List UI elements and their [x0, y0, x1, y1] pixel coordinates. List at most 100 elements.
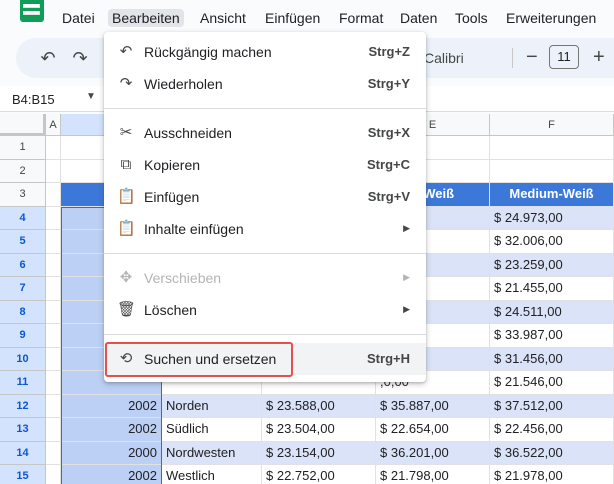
cell[interactable]	[46, 394, 61, 418]
cell-f[interactable]: $ 21.455,00	[490, 277, 614, 301]
column-header-a[interactable]: A	[46, 114, 61, 136]
menu-ansicht[interactable]: Ansicht	[196, 9, 250, 27]
menu-item-paste[interactable]: 📋 Einfügen Strg+V	[104, 181, 426, 213]
cell-f[interactable]: $ 21.978,00	[490, 465, 614, 484]
cell-year[interactable]: 2002	[61, 418, 162, 442]
cell-f[interactable]: $ 32.006,00	[490, 230, 614, 254]
cell[interactable]	[490, 136, 614, 160]
cell-year[interactable]: 2002	[61, 465, 162, 484]
cell[interactable]	[46, 183, 61, 207]
menu-item-delete[interactable]: 🗑 Löschen ▶	[104, 294, 426, 326]
cell[interactable]	[46, 253, 61, 277]
sheets-logo-icon[interactable]	[20, 0, 44, 22]
cell-d[interactable]: $ 23.154,00	[262, 441, 376, 465]
menu-bearbeiten[interactable]: Bearbeiten	[108, 9, 184, 27]
cell-f[interactable]: $ 33.987,00	[490, 324, 614, 348]
cell-year[interactable]: 2000	[61, 441, 162, 465]
font-size-input[interactable]: 11	[549, 45, 579, 69]
menu-item-label: Rückgängig machen	[144, 44, 272, 60]
edit-menu-dropdown: ↶ Rückgängig machen Strg+Z ↷ Wiederholen…	[104, 32, 426, 382]
row-header-10[interactable]: 10	[0, 347, 46, 371]
row-header-8[interactable]: 8	[0, 300, 46, 324]
menu-item-label: Inhalte einfügen	[144, 221, 244, 237]
cell-region[interactable]: Südlich	[162, 418, 262, 442]
menu-item-undo[interactable]: ↶ Rückgängig machen Strg+Z	[104, 36, 426, 68]
cell[interactable]	[46, 418, 61, 442]
decrease-font-size-button[interactable]: −	[526, 47, 538, 67]
row-header-7[interactable]: 7	[0, 277, 46, 301]
cell[interactable]	[46, 347, 61, 371]
cell[interactable]	[46, 159, 61, 183]
font-selector[interactable]: Calibri	[424, 48, 464, 68]
cell-e[interactable]: $ 21.798,00	[376, 465, 490, 484]
cell-e[interactable]: $ 22.654,00	[376, 418, 490, 442]
cell-e[interactable]: $ 36.201,00	[376, 441, 490, 465]
menu-daten[interactable]: Daten	[396, 9, 441, 27]
header-cell-f[interactable]: Medium-Weiß	[490, 183, 614, 207]
cell-region[interactable]: Nordwesten	[162, 441, 262, 465]
menu-item-copy[interactable]: ⧉ Kopieren Strg+C	[104, 149, 426, 181]
cell-f[interactable]: $ 36.522,00	[490, 441, 614, 465]
row-header-6[interactable]: 6	[0, 253, 46, 277]
cell-f[interactable]: $ 24.511,00	[490, 300, 614, 324]
cell-f[interactable]: $ 21.546,00	[490, 371, 614, 395]
row-header-4[interactable]: 4	[0, 206, 46, 230]
menu-format[interactable]: Format	[335, 9, 387, 27]
move-icon: ✥	[119, 269, 133, 286]
cell[interactable]	[490, 159, 614, 183]
cell[interactable]	[46, 206, 61, 230]
shortcut-label: Strg+H	[367, 351, 410, 366]
menu-item-redo[interactable]: ↷ Wiederholen Strg+Y	[104, 68, 426, 100]
cell[interactable]	[46, 136, 61, 160]
cell-region[interactable]: Norden	[162, 394, 262, 418]
cell-f[interactable]: $ 22.456,00	[490, 418, 614, 442]
select-all-corner[interactable]	[0, 114, 46, 136]
find-replace-highlight	[105, 342, 293, 377]
cell-d[interactable]: $ 22.752,00	[262, 465, 376, 484]
row-header-15[interactable]: 15	[0, 465, 46, 484]
menu-item-cut[interactable]: ✂ Ausschneiden Strg+X	[104, 117, 426, 149]
cell[interactable]	[46, 441, 61, 465]
row-header-14[interactable]: 14	[0, 441, 46, 465]
cell[interactable]	[46, 230, 61, 254]
cell-f[interactable]: $ 24.973,00	[490, 206, 614, 230]
cell-f[interactable]: $ 37.512,00	[490, 394, 614, 418]
toolbar-divider	[512, 48, 513, 68]
row-number: 11	[16, 376, 29, 388]
menu-einfuegen[interactable]: Einfügen	[261, 9, 324, 27]
scissors-icon: ✂	[119, 124, 133, 141]
row-header-13[interactable]: 13	[0, 418, 46, 442]
menu-item-paste-special[interactable]: 📋 Inhalte einfügen ▶	[104, 213, 426, 245]
cell[interactable]	[46, 324, 61, 348]
row-header-12[interactable]: 12	[0, 394, 46, 418]
cell-e[interactable]: $ 35.887,00	[376, 394, 490, 418]
menu-erweiterungen[interactable]: Erweiterungen	[502, 9, 600, 27]
name-box[interactable]: B4:B15 ▼	[0, 86, 104, 112]
row-header-5[interactable]: 5	[0, 230, 46, 254]
cell[interactable]	[46, 371, 61, 395]
row-header-2[interactable]: 2	[0, 159, 46, 183]
row-number: 3	[19, 188, 26, 200]
cell-year[interactable]: 2002	[61, 394, 162, 418]
cell-d[interactable]: $ 23.504,00	[262, 418, 376, 442]
row-header-9[interactable]: 9	[0, 324, 46, 348]
row-header-1[interactable]: 1	[0, 136, 46, 160]
cell[interactable]	[46, 277, 61, 301]
menu-tools[interactable]: Tools	[451, 9, 492, 27]
chevron-down-icon[interactable]: ▼	[86, 91, 96, 102]
cell[interactable]	[46, 300, 61, 324]
shortcut-label: Strg+Z	[368, 44, 410, 59]
row-header-3[interactable]: 3	[0, 183, 46, 207]
cell[interactable]	[46, 465, 61, 484]
cell-f[interactable]: $ 31.456,00	[490, 347, 614, 371]
cell-f[interactable]: $ 23.259,00	[490, 253, 614, 277]
copy-icon: ⧉	[120, 156, 132, 173]
row-header-11[interactable]: 11	[0, 371, 46, 395]
cell-region[interactable]: Westlich	[162, 465, 262, 484]
redo-icon[interactable]: ↷	[70, 48, 90, 68]
menu-datei[interactable]: Datei	[58, 9, 99, 27]
column-header-f[interactable]: F	[490, 114, 614, 136]
undo-icon[interactable]: ↶	[38, 48, 58, 68]
cell-d[interactable]: $ 23.588,00	[262, 394, 376, 418]
increase-font-size-button[interactable]: +	[593, 45, 605, 69]
